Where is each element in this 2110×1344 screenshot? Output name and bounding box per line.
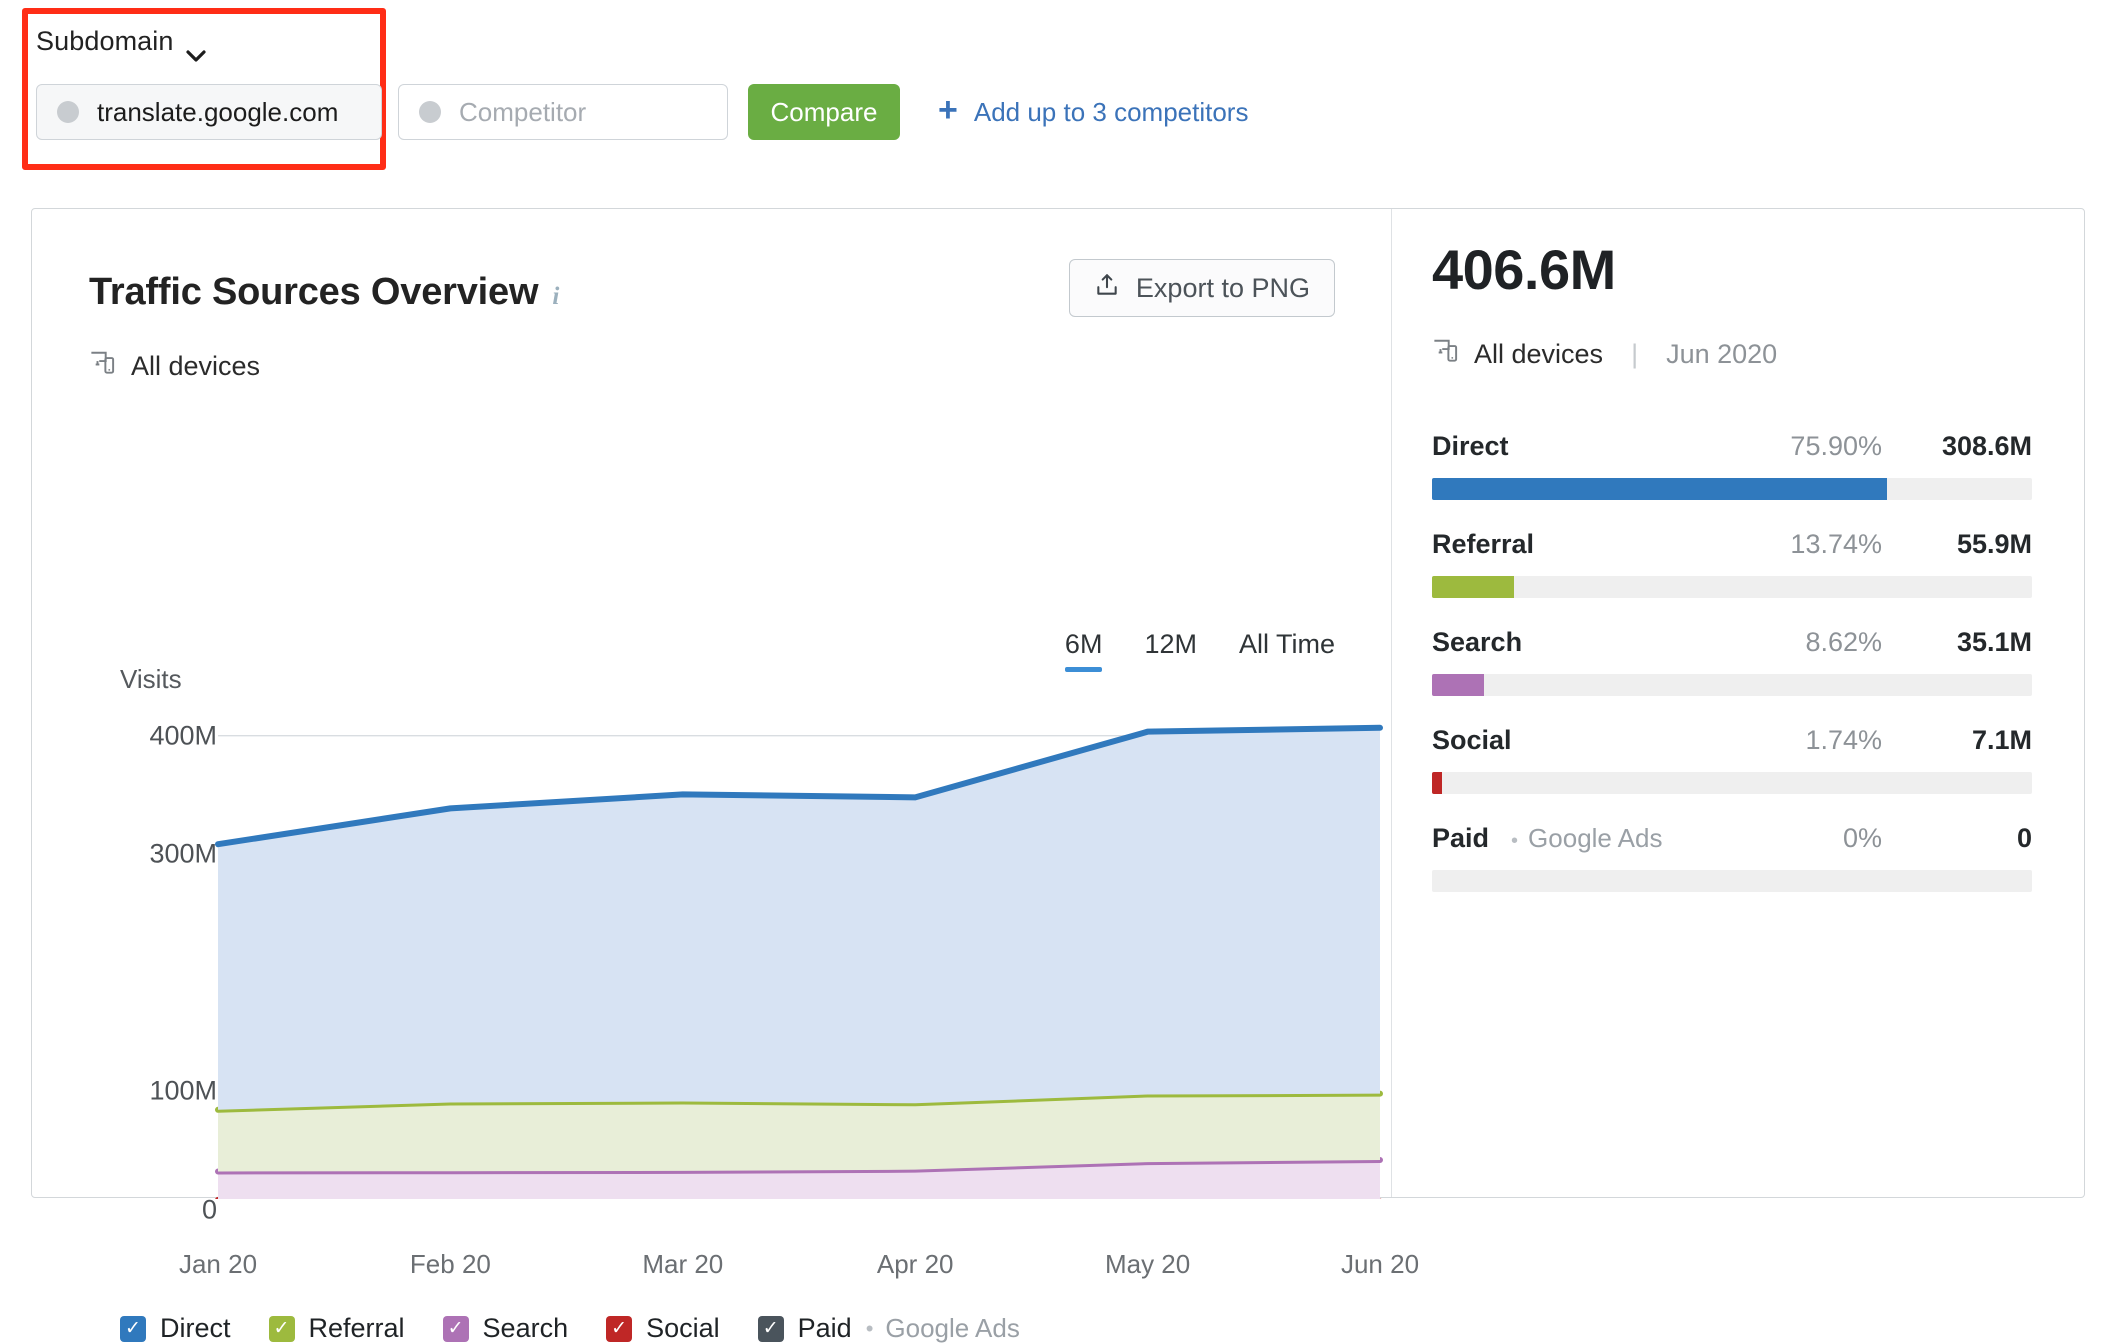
legend-item-social[interactable]: ✓ Social xyxy=(606,1313,720,1344)
legend-item-direct[interactable]: ✓ Direct xyxy=(120,1313,231,1344)
traffic-source-value: 55.9M xyxy=(1956,529,2032,559)
traffic-source-bar-fill xyxy=(1432,772,1443,794)
device-filter-right-label: All devices xyxy=(1474,339,1604,369)
checkbox-checked-icon[interactable]: ✓ xyxy=(120,1315,146,1342)
traffic-source-name: Paid xyxy=(1432,823,1490,853)
traffic-source-bar-fill xyxy=(1432,478,1888,500)
traffic-source-header: Search 8.62% 35.1M xyxy=(1432,627,2032,658)
subdomain-dropdown[interactable]: Subdomain xyxy=(36,26,206,62)
x-axis-tick: Apr 20 xyxy=(876,1249,954,1279)
traffic-source-row: Search 8.62% 35.1M xyxy=(1432,627,2032,696)
chart-legend: ✓ Direct ✓ Referral ✓ Search ✓ Social ✓ Paid • Goog… xyxy=(120,1313,1020,1344)
legend-item-sublabel: • Google Ads xyxy=(865,1313,1020,1343)
chart-svg xyxy=(215,724,1383,1213)
y-axis-tick: 400M xyxy=(149,720,217,751)
traffic-source-percent: 1.74% xyxy=(1805,725,1882,755)
traffic-source-bar-track xyxy=(1432,870,2032,892)
traffic-source-bar-track xyxy=(1432,772,2032,794)
traffic-source-bar-track xyxy=(1432,576,2032,598)
y-axis-tick: 300M xyxy=(149,838,217,869)
traffic-source-header: Paid • Google Ads 0% 0 xyxy=(1432,823,2032,854)
traffic-source-name: Search xyxy=(1432,627,1523,657)
summary-date: Jun 2020 xyxy=(1666,339,1778,369)
chart-panel: Traffic Sources Overview i Export to PNG xyxy=(32,209,1419,1343)
traffic-source-header: Referral 13.74% 55.9M xyxy=(1432,529,2032,560)
compare-button[interactable]: Compare xyxy=(748,84,900,140)
traffic-source-bar-fill xyxy=(1432,674,1484,696)
chart-area-direct xyxy=(218,727,1380,1110)
all-devices-icon xyxy=(1432,337,1460,372)
traffic-source-row: Referral 13.74% 55.9M xyxy=(1432,529,2032,598)
y-axis-tick: 0 xyxy=(201,1194,217,1225)
legend-item-label: Paid xyxy=(797,1313,852,1343)
total-visits-value: 406.6M xyxy=(1432,238,1616,301)
x-axis-tick: Feb 20 xyxy=(409,1249,491,1279)
legend-item-referral[interactable]: ✓ Referral xyxy=(268,1313,405,1344)
traffic-source-bar-fill xyxy=(1432,576,1515,598)
add-competitors-link[interactable]: + Add up to 3 competitors xyxy=(938,84,1248,140)
plus-icon: + xyxy=(938,91,958,129)
traffic-source-percent: 13.74% xyxy=(1790,529,1882,559)
traffic-source-percent: 8.62% xyxy=(1805,627,1882,657)
traffic-overview-card: Traffic Sources Overview i Export to PNG xyxy=(31,208,2085,1343)
checkbox-checked-icon[interactable]: ✓ xyxy=(606,1315,633,1342)
traffic-source-row: Social 1.74% 7.1M xyxy=(1432,725,2032,794)
domain-color-dot xyxy=(57,101,79,123)
chevron-down-icon xyxy=(185,38,206,62)
checkbox-checked-icon[interactable]: ✓ xyxy=(268,1315,295,1342)
legend-item-label: Referral xyxy=(308,1313,405,1343)
traffic-source-name: Direct xyxy=(1432,431,1509,461)
traffic-source-sublabel: • Google Ads xyxy=(1511,823,1663,853)
separator: | xyxy=(1631,339,1639,369)
domain-input[interactable] xyxy=(97,96,361,128)
device-filter-right[interactable]: All devices | Jun 2020 xyxy=(1432,337,1777,372)
traffic-source-row: Direct 75.90% 308.6M xyxy=(1432,431,2032,500)
traffic-source-value: 308.6M xyxy=(1941,431,2032,461)
checkbox-checked-icon[interactable]: ✓ xyxy=(442,1315,469,1342)
y-axis-tick: 100M xyxy=(149,1075,217,1106)
traffic-area-chart: 0 100M 300M 400M Jan 20 Feb 20 Mar 20 Apr 20 May… xyxy=(32,209,1419,1279)
search-toolbar: Subdomain Compare + Add up to 3 competit… xyxy=(0,0,2110,180)
traffic-source-header: Direct 75.90% 308.6M xyxy=(1432,431,2032,462)
x-axis-tick: May 20 xyxy=(1104,1249,1191,1279)
x-axis-tick: Mar 20 xyxy=(642,1249,724,1279)
legend-item-label: Social xyxy=(646,1313,720,1343)
legend-item-paid[interactable]: ✓ Paid • Google Ads xyxy=(757,1313,1020,1344)
traffic-source-row: Paid • Google Ads 0% 0 xyxy=(1432,823,2032,892)
competitor-color-dot xyxy=(419,101,441,123)
traffic-source-bar-track xyxy=(1432,478,2032,500)
competitor-input[interactable] xyxy=(459,96,707,128)
x-axis-tick: Jun 20 xyxy=(1340,1249,1420,1279)
traffic-source-bar-track xyxy=(1432,674,2032,696)
traffic-source-name: Social xyxy=(1432,725,1512,755)
traffic-source-value: 0 xyxy=(2016,823,2032,853)
traffic-source-percent: 75.90% xyxy=(1790,431,1882,461)
traffic-source-name: Referral xyxy=(1432,529,1535,559)
legend-item-search[interactable]: ✓ Search xyxy=(442,1313,569,1344)
legend-item-label: Search xyxy=(482,1313,569,1343)
x-axis-tick: Jan 20 xyxy=(178,1249,258,1279)
traffic-source-value: 35.1M xyxy=(1956,627,2032,657)
traffic-source-percent: 0% xyxy=(1842,823,1882,853)
competitor-input-pill[interactable] xyxy=(398,84,728,140)
add-competitors-label: Add up to 3 competitors xyxy=(973,96,1249,127)
subdomain-dropdown-label: Subdomain xyxy=(36,26,174,56)
domain-input-pill[interactable] xyxy=(36,84,382,140)
traffic-source-header: Social 1.74% 7.1M xyxy=(1432,725,2032,756)
summary-panel: 406.6M All devices | Jun 2020 Direct 75.9… xyxy=(1392,209,2084,1197)
checkbox-checked-icon[interactable]: ✓ xyxy=(757,1315,784,1342)
legend-item-label: Direct xyxy=(160,1313,231,1343)
traffic-source-value: 7.1M xyxy=(1971,725,2032,755)
